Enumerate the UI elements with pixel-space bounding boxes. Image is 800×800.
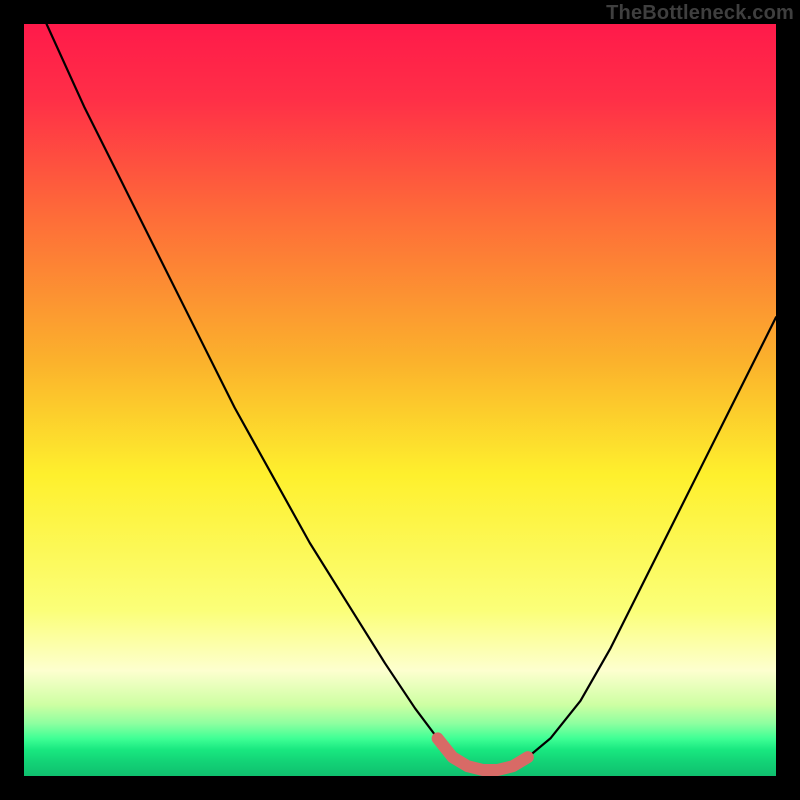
gradient-background	[24, 24, 776, 776]
attribution-label: TheBottleneck.com	[606, 2, 794, 25]
bottleneck-chart	[24, 24, 776, 776]
chart-frame: TheBottleneck.com	[0, 0, 800, 800]
